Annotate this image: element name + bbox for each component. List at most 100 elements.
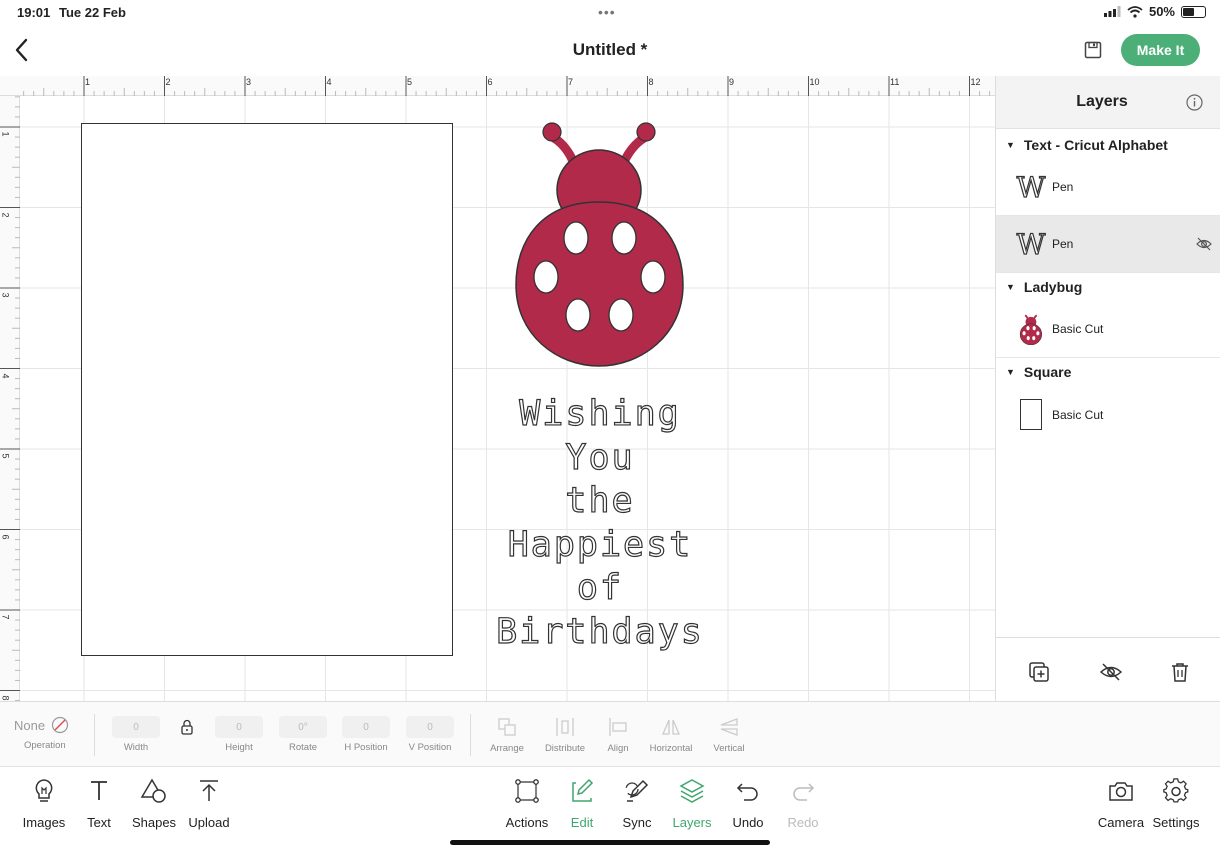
nav-upload[interactable]: Upload [179,777,239,830]
layer-group-text[interactable]: ▼ Text - Cricut Alphabet [996,131,1220,159]
nav-shapes-label: Shapes [131,815,177,830]
operation-control[interactable]: None Operation [14,716,80,751]
greeting-text[interactable]: Wishing You the Happiest of Birthdays [470,393,730,654]
multitasking-dots-icon[interactable]: ••• [598,4,616,20]
rotate-field[interactable]: 0° [279,716,327,738]
flip-horizontal-tool[interactable]: Horizontal [645,716,697,754]
ruler-left-number: 6 [0,533,11,540]
greeting-line: Wishing [519,393,681,434]
ruler-top-number: 5 [407,77,413,87]
ruler-top-number: 11 [890,77,900,87]
width-control[interactable]: 0 Width [112,716,160,753]
nav-layers[interactable]: Layers [662,777,722,830]
redo-arrow-icon [793,783,815,801]
width-label: Width [123,742,149,753]
v-position-label: V Position [408,742,452,753]
ruler-left-number: 2 [0,211,11,218]
home-indicator[interactable] [450,840,770,845]
rotate-label: Rotate [289,742,317,753]
operation-label: Operation [24,740,66,751]
ruler-left-number: 8 [0,694,11,701]
greeting-line: of [576,567,624,608]
nav-actions[interactable]: Actions [497,777,557,830]
width-field[interactable]: 0 [112,716,160,738]
collapse-triangle-icon[interactable]: ▼ [1006,367,1015,377]
square-thumbnail-icon [1020,399,1042,430]
operation-value: None [14,717,46,733]
make-it-button[interactable]: Make It [1121,34,1200,66]
toolbar-divider [470,714,471,756]
ladybug-shape[interactable] [512,120,687,368]
layers-panel: Layers ▼ Text - Cricut Alphabet W Pen W … [995,76,1220,701]
nav-images[interactable]: Images [14,777,74,830]
top-bar: Untitled * Make It [0,26,1220,76]
nav-text[interactable]: Text [69,777,129,830]
design-canvas[interactable]: 1 2 3 4 5 6 7 8 9 10 11 12 12345678 Wishing You the… [0,76,995,701]
layer-row[interactable]: W Pen [996,159,1220,216]
ruler-top-number: 9 [729,77,735,87]
arrange-tool[interactable]: Arrange [484,716,530,754]
actions-nodes-icon [515,779,539,803]
flip-horizontal-icon [662,719,680,735]
toolbar-divider [94,714,95,756]
nav-redo[interactable]: Redo [773,777,833,830]
ruler-top-number: 4 [326,77,332,87]
collapse-triangle-icon[interactable]: ▼ [1006,140,1015,150]
nav-sync[interactable]: Sync [607,777,667,830]
ruler-top-number: 1 [85,77,91,87]
nav-shapes[interactable]: Shapes [124,777,184,830]
cellular-signal-icon [1103,6,1121,17]
rotate-control[interactable]: 0° Rotate [279,716,327,753]
h-position-label: H Position [344,742,388,753]
layer-group-ladybug[interactable]: ▼ Ladybug [996,273,1220,301]
hidden-eye-icon[interactable] [1196,236,1212,252]
h-position-field[interactable]: 0 [342,716,390,738]
square-shape[interactable] [81,123,453,656]
nav-edit-label: Edit [570,815,594,830]
hide-eye-icon[interactable] [1099,660,1123,684]
duplicate-icon[interactable] [1027,660,1051,684]
ruler-top: 1 2 3 4 5 6 7 8 9 10 11 12 [0,76,995,96]
v-position-control[interactable]: 0 V Position [406,716,454,753]
lock-icon[interactable] [180,719,194,735]
layer-label: Pen [1052,237,1074,251]
collapse-triangle-icon[interactable]: ▼ [1006,282,1015,292]
ruler-top-number: 12 [970,77,981,87]
nav-settings-label: Settings [1152,815,1200,830]
h-position-control[interactable]: 0 H Position [342,716,390,753]
nav-layers-label: Layers [672,815,712,830]
ruler-left-number: 4 [0,372,11,379]
v-position-field[interactable]: 0 [406,716,454,738]
nav-undo[interactable]: Undo [718,777,778,830]
distribute-tool[interactable]: Distribute [540,716,590,754]
edit-pencil-icon [572,778,594,802]
layer-label: Pen [1052,180,1074,194]
layer-row-selected[interactable]: W Pen [996,216,1220,273]
layer-group-square[interactable]: ▼ Square [996,358,1220,386]
layer-row[interactable]: Basic Cut [996,386,1220,443]
greeting-line: Birthdays [496,611,704,652]
trash-icon[interactable] [1168,660,1192,684]
height-field[interactable]: 0 [215,716,263,738]
document-title[interactable]: Untitled * [0,40,1220,60]
info-icon[interactable] [1186,94,1203,111]
nav-edit[interactable]: Edit [552,777,612,830]
ruler-left-number: 1 [0,131,11,137]
nav-camera[interactable]: Camera [1091,777,1151,830]
nav-settings[interactable]: Settings [1146,777,1206,830]
ruler-left-number: 7 [0,614,11,620]
height-control[interactable]: 0 Height [215,716,263,753]
status-time: 19:01 [17,5,51,20]
sync-pen-icon [625,779,649,802]
flip-vertical-tool[interactable]: Vertical [708,716,750,754]
battery-fill [1183,7,1194,16]
status-right: 50% [1103,4,1206,19]
align-tool[interactable]: Align [600,716,636,754]
ruler-top-number: 2 [165,77,171,87]
text-t-icon [91,781,107,800]
layer-row[interactable]: Basic Cut [996,301,1220,358]
ruler-left-number: 3 [0,292,11,298]
layer-label: Basic Cut [1052,322,1104,336]
distribute-icon [556,718,574,736]
save-icon[interactable] [1083,40,1103,60]
